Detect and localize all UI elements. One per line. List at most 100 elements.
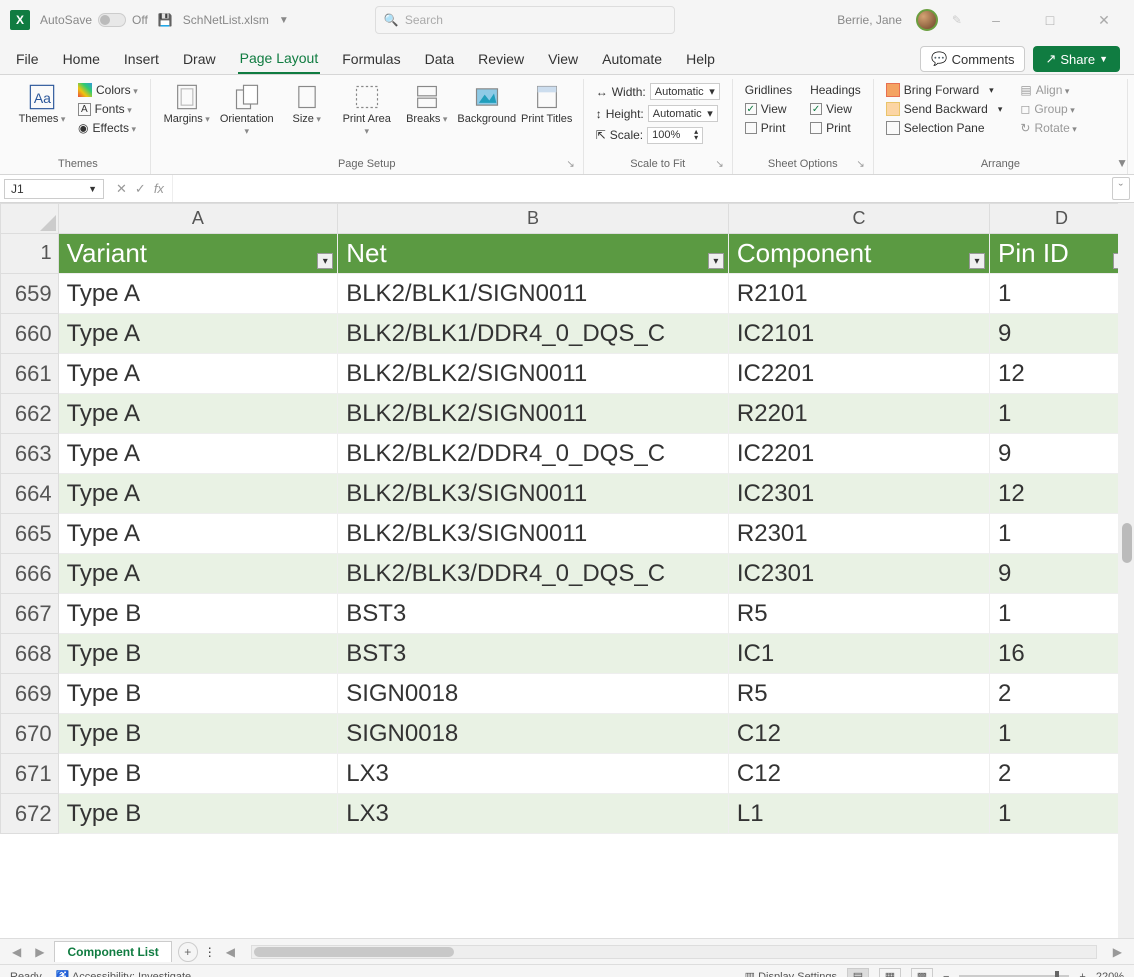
cell-component[interactable]: R2201 (728, 394, 989, 434)
tab-review[interactable]: Review (476, 45, 526, 73)
print-titles-button[interactable]: Print Titles (519, 81, 575, 127)
cell-pin[interactable]: 1 (990, 714, 1134, 754)
tab-options-icon[interactable]: ⋮ (204, 945, 216, 959)
colors-button[interactable]: Colors (74, 81, 142, 99)
selection-pane-button[interactable]: Selection Pane (882, 119, 1007, 137)
effects-button[interactable]: ◉Effects (74, 119, 142, 137)
height-field[interactable]: ↕Height:Automatic▾ (592, 103, 724, 124)
cell-variant[interactable]: Type A (58, 394, 338, 434)
username[interactable]: Berrie, Jane (837, 13, 902, 27)
search-box[interactable]: 🔍 Search (375, 6, 675, 34)
col-header-C[interactable]: C (728, 204, 989, 234)
row-header[interactable]: 662 (1, 394, 59, 434)
filename[interactable]: SchNetList.xlsm (183, 13, 269, 27)
cell-net[interactable]: BLK2/BLK3/SIGN0011 (338, 514, 729, 554)
tab-file[interactable]: File (14, 45, 41, 73)
zoom-out-button[interactable]: − (943, 971, 949, 977)
header-variant[interactable]: Variant▾ (58, 234, 338, 274)
cell-pin[interactable]: 16 (990, 634, 1134, 674)
col-header-B[interactable]: B (338, 204, 729, 234)
cell-variant[interactable]: Type A (58, 434, 338, 474)
headings-print-check[interactable]: Print (806, 119, 865, 137)
row-header[interactable]: 659 (1, 274, 59, 314)
bring-forward-button[interactable]: Bring Forward▾ (882, 81, 1007, 99)
row-header[interactable]: 1 (1, 234, 59, 274)
cell-net[interactable]: BST3 (338, 594, 729, 634)
collapse-ribbon-icon[interactable]: ▼ (1116, 156, 1128, 170)
tab-page-layout[interactable]: Page Layout (238, 44, 321, 74)
row-header[interactable]: 672 (1, 794, 59, 834)
background-button[interactable]: Background (459, 81, 515, 127)
normal-view-button[interactable]: ▤ (847, 968, 869, 977)
pen-icon[interactable]: ✎ (952, 13, 962, 27)
headings-view-check[interactable]: ✓View (806, 100, 865, 118)
cell-net[interactable]: LX3 (338, 794, 729, 834)
cell-component[interactable]: L1 (728, 794, 989, 834)
cell-variant[interactable]: Type A (58, 274, 338, 314)
orientation-button[interactable]: Orientation (219, 81, 275, 139)
size-button[interactable]: Size (279, 81, 335, 127)
send-backward-button[interactable]: Send Backward▾ (882, 100, 1007, 118)
cell-pin[interactable]: 12 (990, 474, 1134, 514)
tab-nav-left[interactable]: ◀ (8, 945, 25, 959)
row-header[interactable]: 670 (1, 714, 59, 754)
chevron-down-icon[interactable]: ▼ (279, 15, 289, 26)
zoom-in-button[interactable]: + (1079, 971, 1085, 977)
page-setup-launcher[interactable]: ↘ (566, 159, 574, 170)
row-header[interactable]: 663 (1, 434, 59, 474)
fx-icon[interactable]: fx (154, 181, 164, 196)
cell-net[interactable]: BLK2/BLK1/DDR4_0_DQS_C (338, 314, 729, 354)
gridlines-print-check[interactable]: Print (741, 119, 796, 137)
header-component[interactable]: Component▾ (728, 234, 989, 274)
header-pin-id[interactable]: Pin ID▾ (990, 234, 1134, 274)
cell-pin[interactable]: 1 (990, 794, 1134, 834)
cell-variant[interactable]: Type B (58, 674, 338, 714)
page-layout-view-button[interactable]: ▦ (879, 968, 901, 977)
scrollbar-thumb[interactable] (1122, 523, 1132, 563)
cell-variant[interactable]: Type B (58, 754, 338, 794)
cell-component[interactable]: IC2201 (728, 434, 989, 474)
cell-component[interactable]: IC1 (728, 634, 989, 674)
filter-icon[interactable]: ▾ (708, 253, 724, 269)
tab-nav-right[interactable]: ▶ (31, 945, 48, 959)
row-header[interactable]: 665 (1, 514, 59, 554)
hscroll-right[interactable]: ▶ (1109, 945, 1126, 959)
row-header[interactable]: 668 (1, 634, 59, 674)
display-settings-button[interactable]: ▥ Display Settings (745, 970, 837, 977)
cell-component[interactable]: IC2201 (728, 354, 989, 394)
enter-formula-icon[interactable]: ✓ (135, 181, 146, 197)
cell-component[interactable]: IC2301 (728, 474, 989, 514)
gridlines-view-check[interactable]: ✓View (741, 100, 796, 118)
worksheet-grid[interactable]: A B C D 1 Variant▾ Net▾ Component▾ Pin I… (0, 203, 1134, 938)
row-header[interactable]: 669 (1, 674, 59, 714)
scrollbar-thumb[interactable] (254, 947, 454, 957)
breaks-button[interactable]: Breaks (399, 81, 455, 127)
cell-net[interactable]: BLK2/BLK2/SIGN0011 (338, 394, 729, 434)
cell-net[interactable]: BLK2/BLK2/DDR4_0_DQS_C (338, 434, 729, 474)
tab-formulas[interactable]: Formulas (340, 45, 402, 73)
cell-net[interactable]: LX3 (338, 754, 729, 794)
save-icon[interactable]: 💾 (158, 13, 173, 27)
cancel-formula-icon[interactable]: ✕ (116, 181, 127, 197)
col-header-A[interactable]: A (58, 204, 338, 234)
cell-variant[interactable]: Type A (58, 354, 338, 394)
tab-home[interactable]: Home (61, 45, 102, 73)
cell-pin[interactable]: 1 (990, 274, 1134, 314)
toggle-icon[interactable] (98, 13, 126, 27)
cell-variant[interactable]: Type B (58, 594, 338, 634)
cell-pin[interactable]: 1 (990, 394, 1134, 434)
cell-net[interactable]: BLK2/BLK3/DDR4_0_DQS_C (338, 554, 729, 594)
cell-net[interactable]: BLK2/BLK2/SIGN0011 (338, 354, 729, 394)
row-header[interactable]: 671 (1, 754, 59, 794)
tab-draw[interactable]: Draw (181, 45, 218, 73)
filter-icon[interactable]: ▾ (969, 253, 985, 269)
cell-net[interactable]: BLK2/BLK3/SIGN0011 (338, 474, 729, 514)
cell-variant[interactable]: Type A (58, 314, 338, 354)
cell-pin[interactable]: 1 (990, 514, 1134, 554)
select-all-button[interactable] (1, 204, 59, 234)
row-header[interactable]: 667 (1, 594, 59, 634)
minimize-button[interactable]: – (976, 12, 1016, 28)
cell-pin[interactable]: 9 (990, 554, 1134, 594)
horizontal-scrollbar[interactable] (251, 945, 1097, 959)
maximize-button[interactable]: □ (1030, 12, 1070, 28)
